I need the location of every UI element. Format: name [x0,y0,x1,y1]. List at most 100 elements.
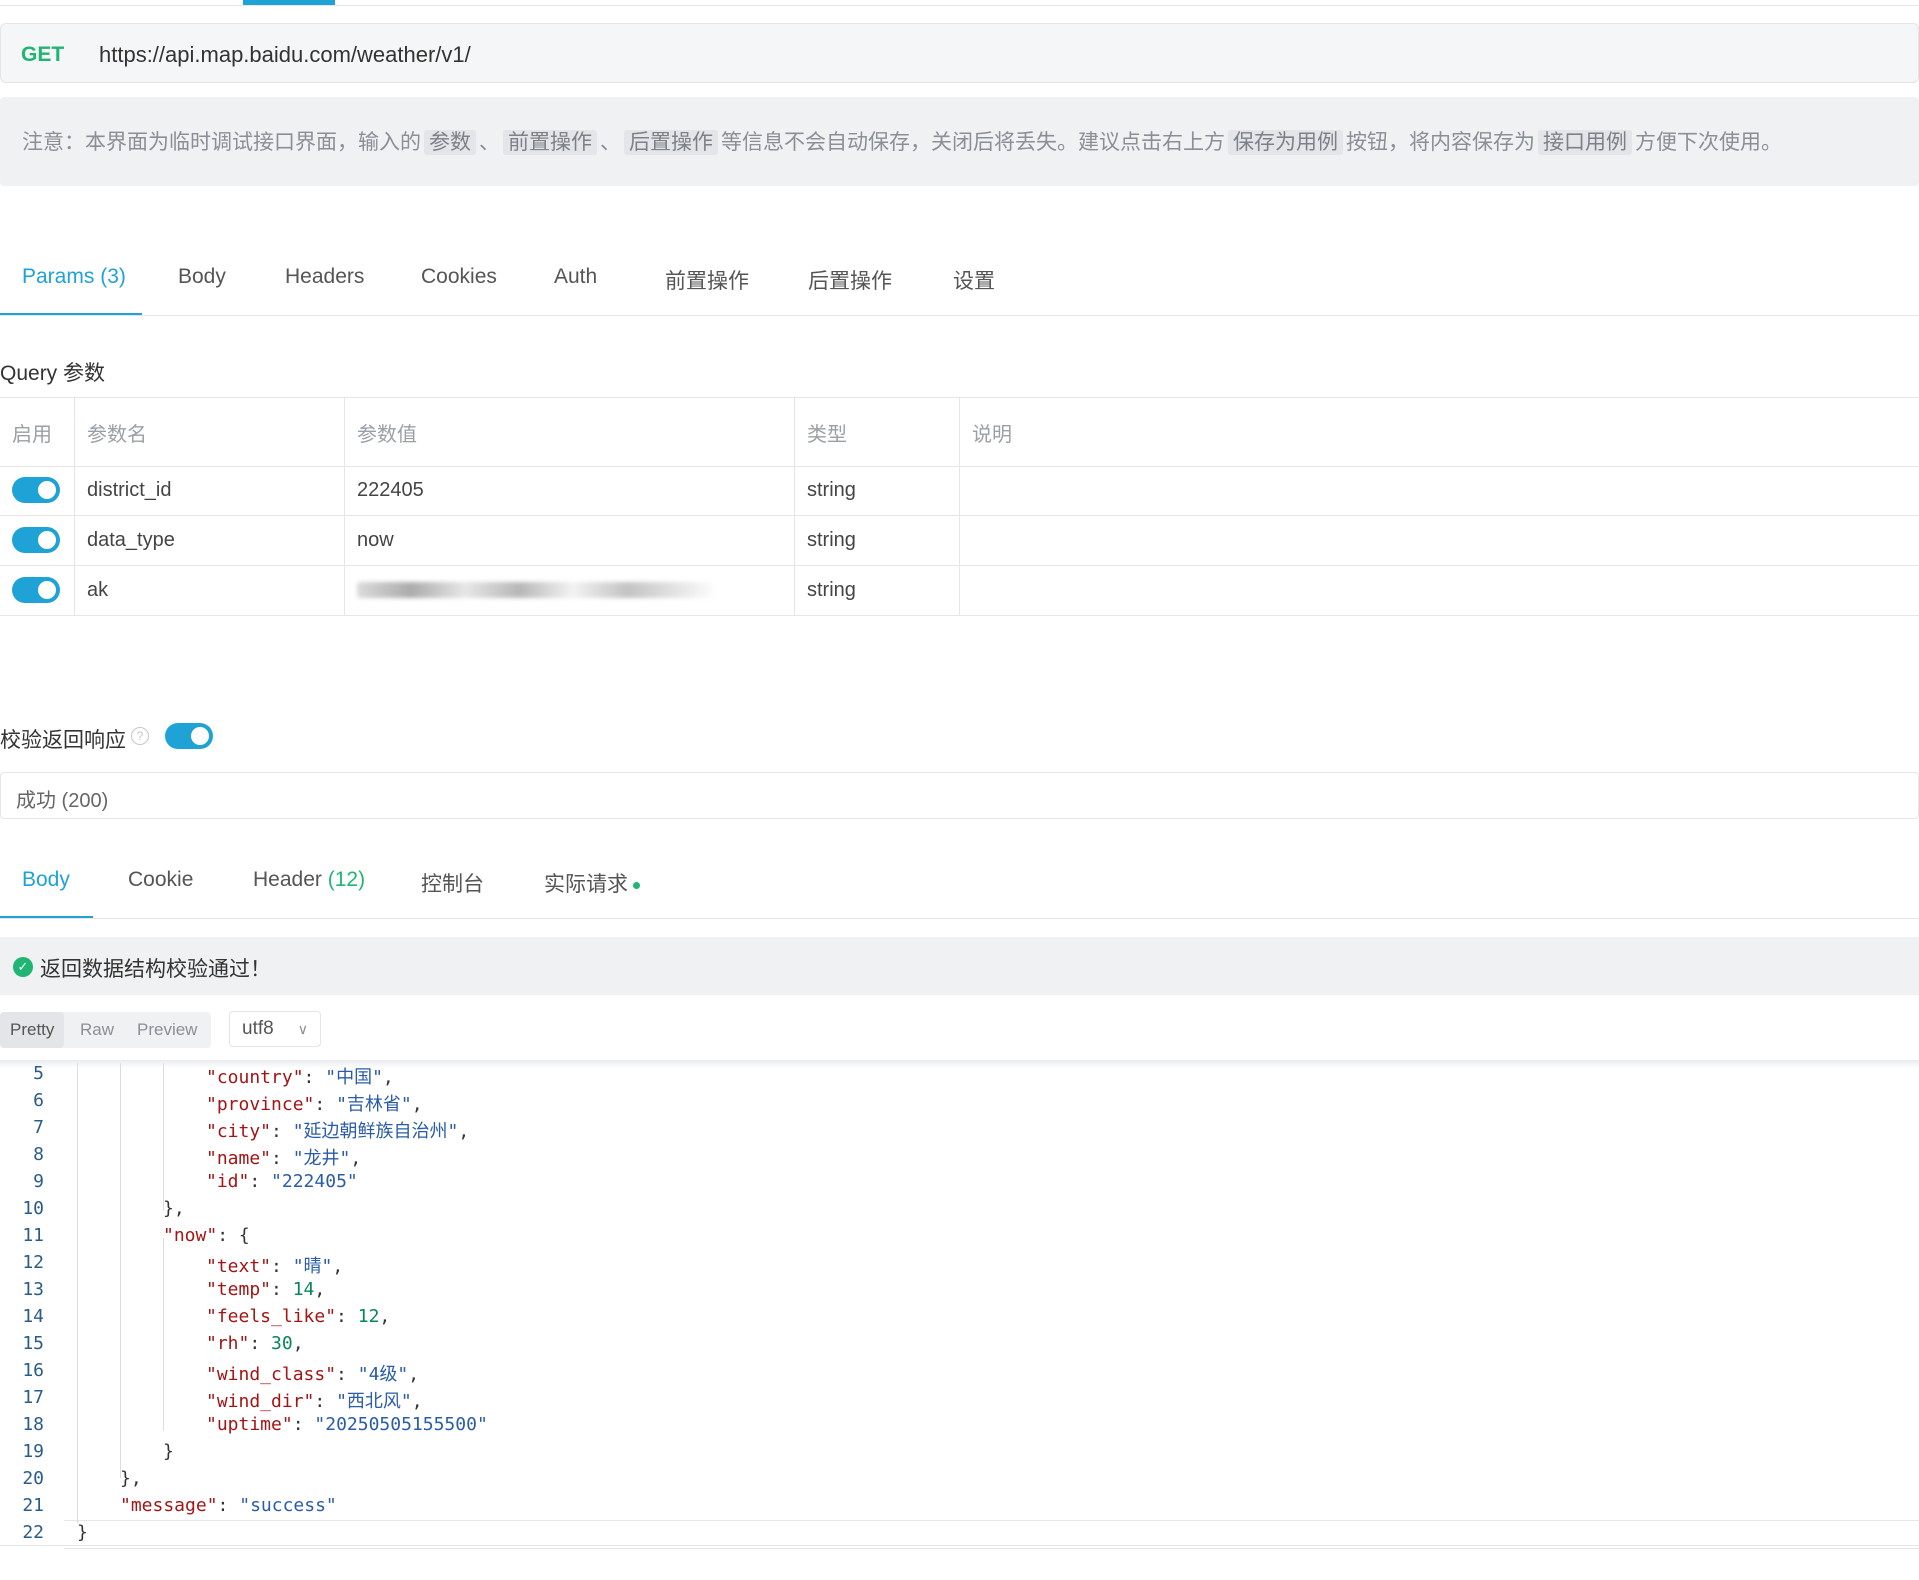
help-icon[interactable]: ? [131,727,149,745]
method-select[interactable]: GET [21,43,64,67]
json-string: "222405" [271,1171,358,1192]
notice-prefix: 注意：本界面为临时调试接口界面，输入的 [22,131,421,154]
param-desc[interactable] [960,515,1919,565]
json-string: "中国" [325,1067,383,1088]
response-status-text: 成功 (200) [16,790,109,812]
indent-guide [120,1063,121,1478]
tab-post-operations[interactable]: 后置操作 [808,265,892,295]
tab-headers[interactable]: Headers [285,265,364,289]
charset-value: utf8 [242,1018,274,1039]
code-line: } [77,1522,88,1543]
code-line: "feels_like": 12, [206,1306,391,1327]
validate-response-label: 校验返回响应 [0,729,126,752]
indent-guide [163,1063,164,1211]
param-type[interactable]: string [795,465,960,515]
notice-chip-post-ops: 后置操作 [624,130,718,155]
code-line: "name": "龙井", [206,1148,362,1169]
line-number: 5 [33,1063,44,1084]
param-enable-toggle[interactable] [12,527,60,553]
tab-console[interactable]: 控制台 [421,868,484,898]
url-bar[interactable]: GET https://api.map.baidu.com/weather/v1… [0,23,1919,83]
line-number: 20 [22,1468,44,1489]
json-key: "now" [163,1225,218,1246]
line-number: 16 [22,1360,44,1381]
code-line: "id": "222405" [206,1171,358,1192]
indent-guide [163,1238,164,1431]
param-name[interactable]: district_id [75,465,345,515]
param-name[interactable]: data_type [75,515,345,565]
json-key: "temp" [206,1279,272,1300]
notice-chip-api-case: 接口用例 [1538,130,1632,155]
json-string: "4级" [357,1364,409,1385]
param-desc[interactable] [960,565,1919,615]
param-enable-toggle[interactable] [12,577,60,603]
view-preview-button[interactable]: Preview [127,1012,207,1048]
tab-response-body[interactable]: Body [22,868,70,892]
response-body-code[interactable]: 5 "country": "中国", 6 "province": "吉林省", … [0,1063,1919,1553]
url-input[interactable]: https://api.map.baidu.com/weather/v1/ [99,42,471,68]
response-tabs-divider [0,918,1919,919]
line-number: 17 [22,1387,44,1408]
charset-select[interactable]: utf8 ∨ [229,1011,321,1047]
line-number: 7 [33,1117,44,1138]
param-value[interactable]: 222405 [345,465,795,515]
tab-body[interactable]: Body [178,265,226,289]
line-number: 18 [22,1414,44,1435]
json-key: "wind_class" [206,1364,337,1385]
json-string: "晴" [292,1256,333,1277]
notice-text: 注意：本界面为临时调试接口界面，输入的 参数、前置操作、后置操作 等信息不会自动保存… [22,126,1782,156]
indent-guide [77,1063,78,1523]
top-divider [0,5,1919,6]
view-pretty-button[interactable]: Pretty [0,1012,65,1048]
code-line: "country": "中国", [206,1067,394,1088]
validate-response-toggle[interactable] [165,723,213,749]
line-number: 8 [33,1144,44,1165]
param-value[interactable]: now [345,515,795,565]
notice-chip-save-case: 保存为用例 [1228,130,1343,155]
notice-banner: 注意：本界面为临时调试接口界面，输入的 参数、前置操作、后置操作 等信息不会自动保存… [0,97,1919,186]
col-type: 类型 [795,398,960,466]
code-line: "text": "晴", [206,1256,344,1277]
table-row: ak string [0,565,1919,616]
tab-settings[interactable]: 设置 [953,265,995,295]
line-number: 13 [22,1279,44,1300]
enable-cell [0,515,75,565]
col-enabled: 启用 [0,398,75,466]
code-line: } [163,1441,174,1462]
tabs-divider [0,315,1919,316]
json-brace: { [238,1225,250,1246]
tab-params[interactable]: Params (3) [22,265,126,289]
code-line: "message": "success" [120,1495,337,1516]
tab-cookies[interactable]: Cookies [421,265,497,289]
json-key: "city" [206,1121,272,1142]
tab-response-cookie[interactable]: Cookie [128,868,193,892]
tab-auth[interactable]: Auth [554,265,597,289]
json-string: "success" [239,1495,337,1516]
chevron-down-icon: ∨ [297,1021,308,1037]
response-status-select[interactable]: 成功 (200) [0,772,1919,819]
tab-actual-request[interactable]: 实际请求 [544,868,640,898]
param-type[interactable]: string [795,515,960,565]
code-line: "wind_dir": "西北风", [206,1391,423,1412]
view-raw-button[interactable]: Raw [70,1012,124,1048]
line-number: 10 [22,1198,44,1219]
code-line: "uptime": "20250505155500" [206,1414,488,1435]
query-params-title: Query 参数 [0,362,106,385]
tab-response-header[interactable]: Header (12) [253,868,365,892]
json-key: "id" [206,1171,250,1192]
param-enable-toggle[interactable] [12,477,60,503]
json-string: "龙井" [292,1148,351,1169]
param-desc[interactable] [960,465,1919,515]
line-number: 19 [22,1441,44,1462]
param-value-redacted[interactable] [345,565,795,615]
tab-label: Header [253,868,322,891]
validation-pass-text: 返回数据结构校验通过！ [40,958,271,981]
param-name[interactable]: ak [75,565,345,615]
bottom-divider [0,1545,1919,1546]
json-key: "message" [120,1495,218,1516]
param-type[interactable]: string [795,565,960,615]
tab-label: 实际请求 [544,873,628,896]
line-number: 6 [33,1090,44,1111]
json-key: "feels_like" [206,1306,337,1327]
tab-pre-operations[interactable]: 前置操作 [665,265,749,295]
